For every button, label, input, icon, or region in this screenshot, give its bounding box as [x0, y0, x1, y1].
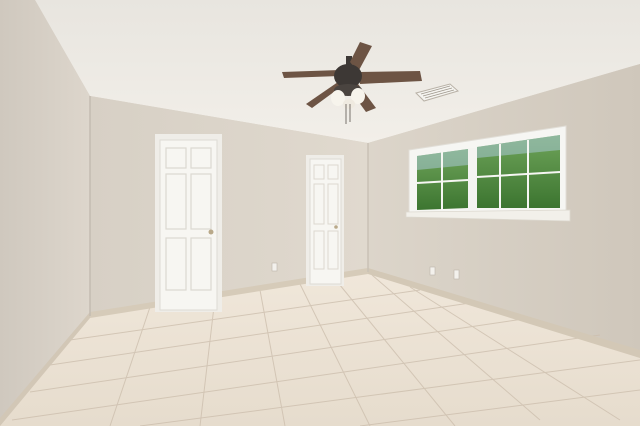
closet-door-right[interactable]	[306, 155, 344, 286]
electrical-outlet	[453, 269, 460, 280]
room-photo	[0, 0, 640, 426]
fan-light	[343, 99, 355, 109]
fan-light	[331, 90, 345, 106]
closet-door-left[interactable]	[155, 134, 222, 312]
door-knob-left[interactable]	[208, 229, 214, 235]
electrical-outlet	[271, 262, 278, 272]
door-knob-right[interactable]	[334, 225, 338, 229]
electrical-outlet	[429, 266, 436, 276]
